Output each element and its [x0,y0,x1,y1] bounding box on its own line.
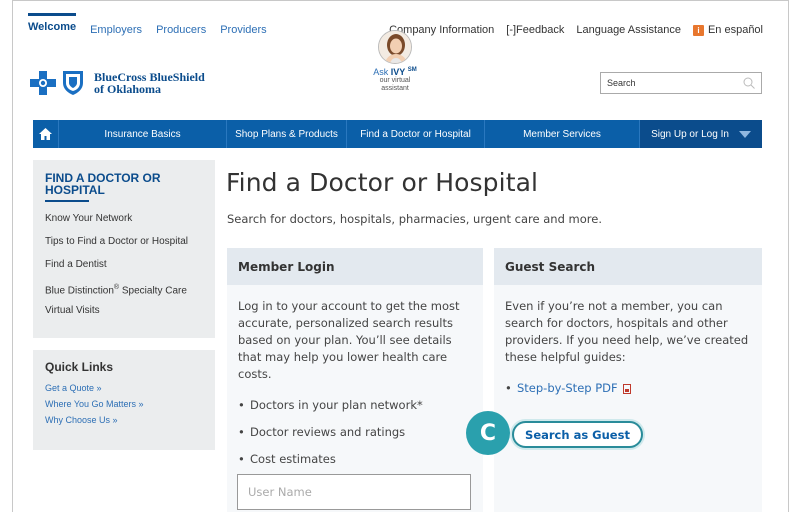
step-by-step-pdf-link[interactable]: Step-by-Step PDF [505,380,751,397]
guest-search-body: Even if you’re not a member, you can sea… [505,299,749,364]
nav-employers[interactable]: Employers [90,16,142,36]
utility-nav: Company Information [-]Feedback Language… [389,24,763,36]
quick-link-where-you-go[interactable]: Where You Go Matters » [45,396,203,412]
ivy-service-mark: SM [407,67,417,73]
nav-find-doctor[interactable]: Find a Doctor or Hospital [347,120,485,148]
sidebar-item-find-dentist[interactable]: Find a Dentist [45,258,203,281]
bullet-reviews: Doctor reviews and ratings [238,424,472,451]
feedback-link[interactable]: [-]Feedback [506,24,564,36]
ivy-portrait-icon [379,31,411,63]
audience-nav: Welcome Employers Producers Providers [28,13,267,40]
quick-link-get-quote[interactable]: Get a Quote » [45,380,203,396]
blueshield-icon [63,71,83,95]
quick-links-title: Quick Links [45,360,114,374]
sidebar-item-know-your-network[interactable]: Know Your Network [45,212,203,235]
member-login-title: Member Login [227,248,483,285]
search-placeholder: Search [607,78,636,88]
search-as-guest-button[interactable]: Search as Guest [512,421,643,448]
sign-up-login-button[interactable]: Sign Up or Log In [640,120,762,148]
nav-shop-plans[interactable]: Shop Plans & Products [227,120,347,148]
sidebar-title-rule [45,200,89,202]
quick-links-panel: Quick Links Get a Quote » Where You Go M… [33,350,215,450]
site-search-input[interactable]: Search [600,72,762,94]
sidebar-item-virtual-visits[interactable]: Virtual Visits [45,304,203,327]
nav-providers[interactable]: Providers [220,16,266,36]
ivy-subtitle-1: our virtual [379,77,411,84]
guest-search-card: Guest Search Even if you’re not a member… [494,248,762,512]
espanol-link[interactable]: i En español [692,24,763,36]
logo-line-2: of Oklahoma [94,82,162,96]
pdf-link-label: Step-by-Step PDF [517,381,618,395]
chevron-down-icon [738,130,751,138]
language-flag-icon: i [692,24,704,36]
username-input[interactable]: User Name [237,474,471,510]
sidebar-item-tips[interactable]: Tips to Find a Doctor or Hospital [45,235,203,258]
sign-up-label: Sign Up or Log In [651,128,729,140]
ask-ivy-assistant[interactable]: Ask IVY SM our virtual assistant [360,30,430,93]
page-title: Find a Doctor or Hospital [226,168,539,197]
sidebar-item-blue-distinction[interactable]: Blue Distinction® Specialty Care [45,281,203,304]
sidebar: FIND A DOCTOR OR HOSPITAL Know Your Netw… [33,160,215,338]
member-login-body: Log in to your account to get the most a… [238,299,460,381]
step-badge: C [466,411,510,455]
home-icon [39,128,52,140]
bluecross-icon [30,71,56,95]
guest-search-title: Guest Search [494,248,762,285]
blue-distinction-label: Blue Distinction [45,285,114,297]
nav-producers[interactable]: Producers [156,16,206,36]
pdf-icon [622,383,631,394]
specialty-care-label: Specialty Care [121,285,187,297]
ask-ivy-label: Ask IVY SM [360,65,430,77]
quick-link-why-choose-us[interactable]: Why Choose Us » [45,412,203,428]
page-description: Search for doctors, hospitals, pharmacie… [227,212,602,226]
bullet-plan-network: Doctors in your plan network* [238,397,472,424]
feedback-label: Feedback [516,24,565,36]
registered-mark: ® [113,284,120,291]
bcbs-logo[interactable]: BlueCross BlueShield of Oklahoma [30,70,205,96]
member-login-card: Member Login Log in to your account to g… [227,248,483,512]
ivy-avatar [378,30,412,64]
sidebar-title: FIND A DOCTOR OR HOSPITAL [45,171,161,197]
home-button[interactable] [33,120,59,148]
logo-text: BlueCross BlueShield of Oklahoma [94,71,205,95]
ivy-name: IVY [390,67,406,77]
nav-member-services[interactable]: Member Services [485,120,640,148]
main-nav: Insurance Basics Shop Plans & Products F… [33,120,762,148]
ask-ivy-prefix: Ask [373,67,391,77]
espanol-label: En español [707,24,763,36]
ivy-subtitle-2: assistant [381,85,409,92]
language-assistance-link[interactable]: Language Assistance [576,24,681,36]
feedback-icon: [-] [506,24,517,36]
nav-insurance-basics[interactable]: Insurance Basics [59,120,227,148]
search-icon[interactable] [743,77,755,89]
nav-welcome[interactable]: Welcome [28,13,77,33]
